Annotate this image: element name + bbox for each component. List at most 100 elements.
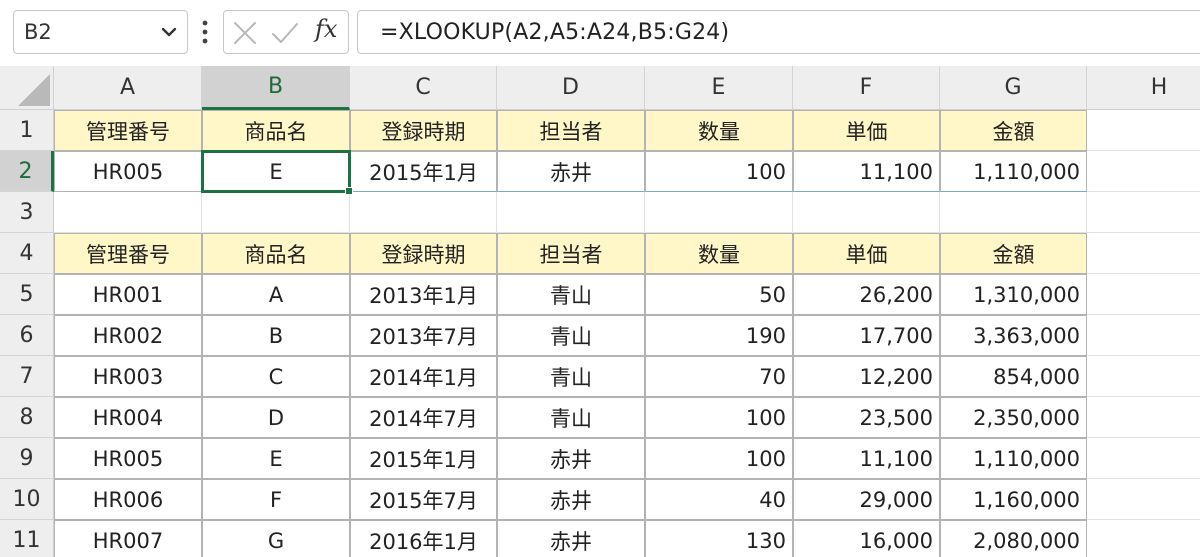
cell-f8[interactable]: 23,500 (793, 397, 940, 438)
cell-b6[interactable]: B (202, 315, 350, 356)
cell-f2[interactable]: 11,100 (793, 151, 940, 192)
header-cell-a4[interactable]: 管理番号 (54, 233, 202, 274)
cell-g7[interactable]: 854,000 (940, 356, 1087, 397)
row-header-4[interactable]: 4 (0, 233, 54, 274)
cell-d8[interactable]: 青山 (497, 397, 645, 438)
header-cell-f4[interactable]: 単価 (793, 233, 940, 274)
cell-e9[interactable]: 100 (645, 438, 793, 479)
grid-cell[interactable] (645, 192, 793, 233)
header-cell-a1[interactable]: 管理番号 (54, 110, 202, 151)
header-cell-g4[interactable]: 金額 (940, 233, 1087, 274)
cell-b9[interactable]: E (202, 438, 350, 479)
cell-a6[interactable]: HR002 (54, 315, 202, 356)
row-header-3[interactable]: 3 (0, 192, 54, 233)
cell-a7[interactable]: HR003 (54, 356, 202, 397)
cell-e5[interactable]: 50 (645, 274, 793, 315)
cell-e11[interactable]: 130 (645, 520, 793, 557)
cell-d10[interactable]: 赤井 (497, 479, 645, 520)
cell-b11[interactable]: G (202, 520, 350, 557)
cell-c8[interactable]: 2014年7月 (350, 397, 497, 438)
column-header-f[interactable]: F (793, 66, 940, 110)
grid-cell[interactable] (793, 192, 940, 233)
header-cell-b1[interactable]: 商品名 (202, 110, 350, 151)
grid-cell[interactable] (497, 192, 645, 233)
cell-c5[interactable]: 2013年1月 (350, 274, 497, 315)
grid-cell[interactable] (1087, 479, 1200, 520)
cell-a9[interactable]: HR005 (54, 438, 202, 479)
column-header-d[interactable]: D (497, 66, 645, 110)
row-header-7[interactable]: 7 (0, 356, 54, 397)
cell-e6[interactable]: 190 (645, 315, 793, 356)
cell-c2[interactable]: 2015年1月 (350, 151, 497, 192)
grid-cell[interactable] (1087, 520, 1200, 557)
grid-cell[interactable] (202, 192, 350, 233)
grid-cell[interactable] (54, 192, 202, 233)
header-cell-c4[interactable]: 登録時期 (350, 233, 497, 274)
grid-cell[interactable] (1087, 274, 1200, 315)
cell-e8[interactable]: 100 (645, 397, 793, 438)
row-header-5[interactable]: 5 (0, 274, 54, 315)
cell-d7[interactable]: 青山 (497, 356, 645, 397)
cell-a8[interactable]: HR004 (54, 397, 202, 438)
cell-d11[interactable]: 赤井 (497, 520, 645, 557)
cell-f7[interactable]: 12,200 (793, 356, 940, 397)
grid-cell[interactable] (940, 192, 1087, 233)
grid-cell[interactable] (1087, 233, 1200, 274)
cell-b10[interactable]: F (202, 479, 350, 520)
cell-e2[interactable]: 100 (645, 151, 793, 192)
cell-f11[interactable]: 16,000 (793, 520, 940, 557)
row-header-9[interactable]: 9 (0, 438, 54, 479)
column-header-e[interactable]: E (645, 66, 793, 110)
header-cell-e4[interactable]: 数量 (645, 233, 793, 274)
cell-g6[interactable]: 3,363,000 (940, 315, 1087, 356)
row-header-6[interactable]: 6 (0, 315, 54, 356)
grid-cell[interactable] (350, 192, 497, 233)
cell-g10[interactable]: 1,160,000 (940, 479, 1087, 520)
cell-a11[interactable]: HR007 (54, 520, 202, 557)
cell-e10[interactable]: 40 (645, 479, 793, 520)
cell-c7[interactable]: 2014年1月 (350, 356, 497, 397)
column-header-c[interactable]: C (350, 66, 497, 110)
vertical-dots-icon[interactable] (198, 18, 212, 46)
header-cell-b4[interactable]: 商品名 (202, 233, 350, 274)
column-header-a[interactable]: A (54, 66, 202, 110)
chevron-down-icon[interactable] (161, 23, 177, 41)
column-header-h[interactable]: H (1087, 66, 1200, 110)
cell-d5[interactable]: 青山 (497, 274, 645, 315)
cross-icon[interactable] (233, 21, 257, 45)
insert-function-button[interactable]: fx (315, 15, 337, 43)
grid-cell[interactable] (1087, 356, 1200, 397)
fill-handle[interactable] (345, 187, 353, 195)
cell-b2[interactable]: E (202, 151, 350, 192)
header-cell-d1[interactable]: 担当者 (497, 110, 645, 151)
check-icon[interactable] (271, 21, 299, 45)
grid-cell[interactable] (1087, 110, 1200, 151)
header-cell-e1[interactable]: 数量 (645, 110, 793, 151)
column-header-g[interactable]: G (940, 66, 1087, 110)
header-cell-d4[interactable]: 担当者 (497, 233, 645, 274)
cell-e7[interactable]: 70 (645, 356, 793, 397)
grid-cell[interactable] (1087, 151, 1200, 192)
cell-g5[interactable]: 1,310,000 (940, 274, 1087, 315)
cell-b7[interactable]: C (202, 356, 350, 397)
cell-d6[interactable]: 青山 (497, 315, 645, 356)
row-header-8[interactable]: 8 (0, 397, 54, 438)
cell-b5[interactable]: A (202, 274, 350, 315)
cell-a10[interactable]: HR006 (54, 479, 202, 520)
row-header-1[interactable]: 1 (0, 110, 54, 151)
cell-c9[interactable]: 2015年1月 (350, 438, 497, 479)
column-header-b[interactable]: B (202, 66, 350, 110)
header-cell-g1[interactable]: 金額 (940, 110, 1087, 151)
cell-d9[interactable]: 赤井 (497, 438, 645, 479)
cell-f9[interactable]: 11,100 (793, 438, 940, 479)
cell-a5[interactable]: HR001 (54, 274, 202, 315)
cell-c6[interactable]: 2013年7月 (350, 315, 497, 356)
row-header-10[interactable]: 10 (0, 479, 54, 520)
cell-c11[interactable]: 2016年1月 (350, 520, 497, 557)
cell-b8[interactable]: D (202, 397, 350, 438)
formula-input[interactable]: =XLOOKUP(A2,A5:A24,B5:G24) (357, 10, 1200, 54)
cell-g11[interactable]: 2,080,000 (940, 520, 1087, 557)
header-cell-c1[interactable]: 登録時期 (350, 110, 497, 151)
grid-cell[interactable] (1087, 397, 1200, 438)
grid-cell[interactable] (1087, 438, 1200, 479)
